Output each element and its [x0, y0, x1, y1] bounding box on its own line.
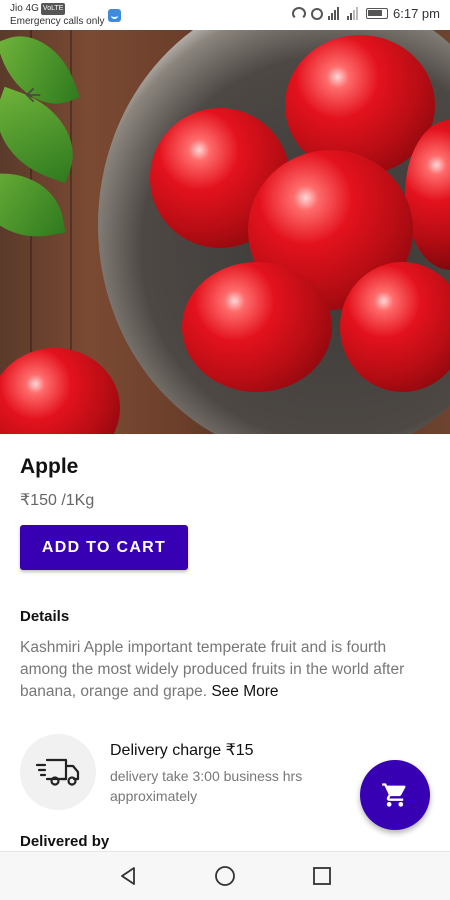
status-icons: 6:17 pm — [292, 6, 440, 21]
status-time: 6:17 pm — [393, 6, 440, 21]
truck-icon — [35, 758, 80, 786]
status-bar: Jio 4G VoLTE Emergency calls only 6:17 pm — [0, 0, 450, 30]
shopping-cart-icon — [382, 783, 406, 807]
details-heading: Details — [20, 608, 70, 625]
product-image — [0, 30, 450, 434]
back-arrow-icon[interactable] — [22, 84, 44, 106]
delivery-time: delivery take 3:00 business hrs approxim… — [110, 768, 303, 804]
nav-recents-button[interactable] — [307, 861, 337, 891]
nav-back-button[interactable] — [113, 861, 143, 891]
recents-square-icon — [312, 867, 331, 885]
home-circle-icon — [215, 866, 235, 886]
system-nav-bar — [0, 851, 450, 900]
hotspot-icon — [292, 7, 307, 20]
carrier-name: Jio 4G — [10, 3, 39, 14]
delivery-charge: Delivery charge ₹15 — [110, 742, 254, 759]
signal-icon — [328, 7, 342, 20]
emergency-calls-label: Emergency calls only — [10, 16, 105, 27]
volte-badge: VoLTE — [40, 3, 66, 15]
add-to-cart-button[interactable]: ADD TO CART — [20, 525, 188, 570]
details-text: Kashmiri Apple important temperate fruit… — [20, 637, 430, 703]
signal-secondary-icon — [347, 7, 361, 20]
battery-icon — [366, 8, 389, 19]
delivered-by-heading: Delivered by — [20, 833, 110, 850]
product-name: Apple — [20, 455, 79, 478]
back-triangle-icon — [121, 867, 136, 885]
apple-graphic — [182, 262, 332, 392]
cart-fab-button[interactable] — [360, 760, 430, 830]
product-detail-screen: Jio 4G VoLTE Emergency calls only 6:17 pm — [0, 0, 450, 900]
product-price: ₹150 /1Kg — [20, 492, 95, 509]
see-more-link[interactable]: See More — [211, 683, 278, 700]
alarm-icon — [311, 7, 324, 20]
delivery-truck-icon — [20, 734, 96, 810]
message-notification-icon — [108, 9, 121, 22]
carrier-label: Jio 4G VoLTE — [10, 3, 66, 15]
apple-graphic — [0, 348, 120, 434]
nav-home-button[interactable] — [210, 861, 240, 891]
